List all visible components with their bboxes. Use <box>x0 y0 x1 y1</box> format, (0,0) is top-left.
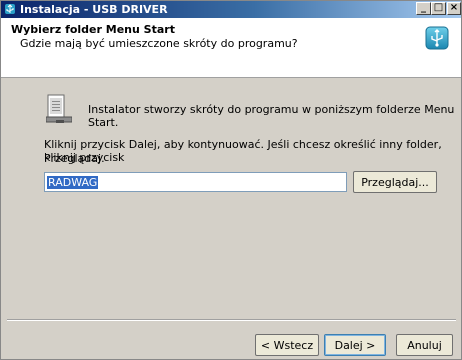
instructions-line-1: Kliknij przycisk Dalej, aby kontynuować.… <box>44 138 442 164</box>
minimize-button[interactable]: _ <box>416 2 431 15</box>
close-button[interactable]: × <box>447 2 461 15</box>
footer-separator <box>7 319 456 321</box>
folder-input-value: RADWAG <box>47 176 99 189</box>
title-bar[interactable]: Instalacja - USB DRIVER _ □ × <box>1 1 461 18</box>
back-button[interactable]: < Wstecz <box>255 334 319 356</box>
cancel-button[interactable]: Anuluj <box>396 334 453 356</box>
intro-text: Instalator stworzy skróty do programu w … <box>88 103 455 129</box>
start-menu-folder-input[interactable]: RADWAG <box>44 172 347 192</box>
window-title: Instalacja - USB DRIVER <box>20 3 168 16</box>
next-button[interactable]: Dalej > <box>324 334 386 356</box>
maximize-button[interactable]: □ <box>431 2 446 15</box>
usb-setup-icon <box>425 26 449 50</box>
browse-button[interactable]: Przeglądaj... <box>353 171 437 193</box>
installer-window: Instalacja - USB DRIVER _ □ × Wybierz fo… <box>0 0 462 360</box>
page-subtitle: Gdzie mają być umieszczone skróty do pro… <box>20 37 298 50</box>
start-menu-folder-icon <box>46 94 72 123</box>
wizard-header: Wybierz folder Menu Start Gdzie mają być… <box>1 18 461 78</box>
setup-icon <box>5 4 15 14</box>
instructions-line-2: Przeglądaj. <box>44 152 105 165</box>
page-title: Wybierz folder Menu Start <box>11 23 175 36</box>
